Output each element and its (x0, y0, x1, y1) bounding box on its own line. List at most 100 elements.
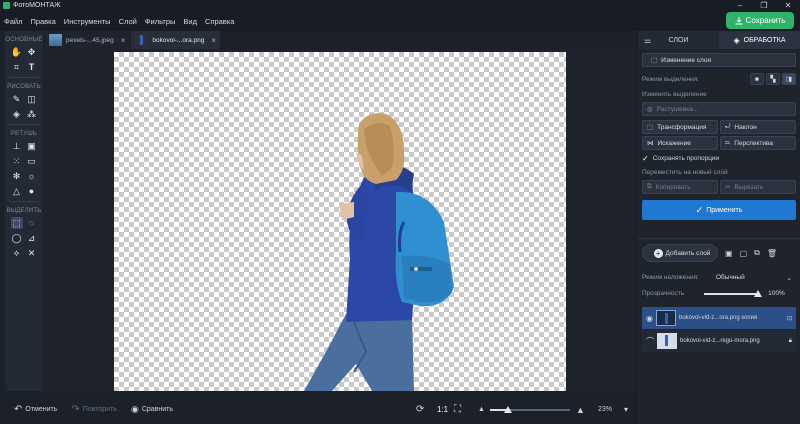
mode-new-icon[interactable]: ■ (750, 73, 764, 85)
layer-item-copy[interactable]: ◉ bokovoi-vid-z...ora.png копия ⊡ (642, 307, 796, 329)
layer-thumbnail (657, 333, 677, 349)
change-selection-label: Изменить выделение (642, 91, 707, 98)
perspective-button[interactable]: ⏢ Перспектива (720, 136, 796, 150)
compare-button[interactable]: ◉ Сравнить (131, 404, 173, 415)
cut-button[interactable]: ✂ Вырезать (720, 180, 796, 194)
opacity-slider[interactable] (704, 289, 763, 297)
mode-add-icon[interactable]: ▚ (766, 73, 780, 85)
tab-document-1[interactable]: pexels-...45.jpeg × (45, 31, 130, 49)
change-layer-button[interactable]: ⬚ Изменение слоя (642, 53, 796, 67)
menu-layer[interactable]: Слой (119, 17, 137, 26)
eye-hidden-icon[interactable]: ⌒ (646, 336, 654, 347)
title-bar: ФотоМОНТАЖ – ❐ ✕ (0, 0, 800, 11)
menu-tools[interactable]: Инструменты (64, 17, 111, 26)
zoom-dropdown-icon[interactable]: ▾ (624, 405, 628, 414)
stamp-icon[interactable]: ⊥ (11, 140, 23, 152)
tilt-button[interactable]: ⤾ Наклон (720, 120, 796, 134)
tab-document-2[interactable]: bokovoi-...ora.png × (131, 31, 221, 49)
zoom-out-icon[interactable]: ▲ (478, 406, 485, 413)
ratio-button[interactable]: 1:1 (437, 405, 448, 414)
lasso-icon[interactable]: ◯ (11, 232, 23, 244)
zoom-slider[interactable] (490, 406, 570, 413)
patch-icon[interactable]: ▣ (26, 140, 38, 152)
feather-button[interactable]: ◍ Растушевка... (642, 102, 796, 116)
close-window-icon[interactable]: ✕ (776, 0, 800, 11)
blend-mode-select[interactable]: Обычный ⌄ (712, 271, 796, 284)
text-icon[interactable]: T (26, 61, 38, 73)
folder-icon[interactable]: ▢ (740, 249, 748, 258)
right-panel: ⚌ СЛОИ ◈ ОБРАБОТКА ⬚ Изменение слоя Режи… (638, 31, 800, 424)
drop-icon[interactable]: ● (26, 185, 38, 197)
blend-mode-label: Режим наложения: (642, 274, 699, 281)
mountain-large-icon: ▲ (576, 404, 585, 415)
keep-proportions-checkbox[interactable]: ✓ Сохранять пропорции (642, 154, 796, 163)
layer-name: bokovoi-vid-z...regu-mora.png (680, 338, 760, 344)
sharpen-icon[interactable]: △ (11, 185, 23, 197)
menu-filters[interactable]: Фильтры (145, 17, 176, 26)
feather-icon: ◍ (647, 106, 653, 113)
image-canvas[interactable] (114, 52, 566, 391)
hand-icon[interactable]: ✋ (11, 46, 23, 58)
crop-icon[interactable]: ⌗ (11, 61, 23, 73)
zoom-in-icon[interactable]: ▲ (576, 405, 585, 415)
sliders-icon: ⚌ (644, 35, 652, 45)
redo-label: Повторить (82, 406, 117, 413)
move-icon[interactable]: ✥ (26, 46, 38, 58)
unlock-icon[interactable]: ⊡ (787, 315, 792, 322)
menu-help[interactable]: Справка (205, 17, 234, 26)
menu-file[interactable]: Файл (4, 17, 22, 26)
menu-view[interactable]: Вид (183, 17, 197, 26)
magic-wand-icon[interactable]: ✕ (26, 247, 38, 259)
rect-select-icon[interactable]: ⬚ (10, 217, 23, 229)
eraser-icon[interactable]: ◫ (26, 93, 38, 105)
layer-item-original[interactable]: ⌒ bokovoi-vid-z...regu-mora.png 🔒︎ (642, 330, 796, 352)
copy-button[interactable]: ⧉ Копировать (642, 180, 718, 194)
add-layer-label: Добавить слой (665, 249, 711, 257)
add-layer-button[interactable]: + Добавить слой (642, 244, 718, 262)
close-tab-icon[interactable]: × (211, 36, 216, 45)
transform-button[interactable]: ⬚ Трансформация (642, 120, 718, 134)
eye-icon[interactable]: ◉ (646, 314, 653, 323)
app-logo-icon (3, 2, 10, 9)
apply-button[interactable]: ✓ Применить (642, 200, 796, 220)
brush-icon[interactable]: ✎ (11, 93, 23, 105)
fill-bucket-icon[interactable]: ◈ (11, 108, 23, 120)
opacity-slider-thumb[interactable] (754, 289, 763, 297)
ellipse-select-icon[interactable]: ◌ (26, 217, 38, 229)
tab-layers[interactable]: ⚌ СЛОИ (638, 31, 719, 49)
opacity-slider-fill (704, 292, 759, 295)
tab-layers-label: СЛОИ (668, 36, 689, 44)
ratio-label: 1:1 (437, 405, 449, 414)
poly-lasso-icon[interactable]: ⊿ (26, 232, 38, 244)
distortion-button[interactable]: ⋈ Искажение (642, 136, 718, 150)
fit-screen-button[interactable]: ⛶ (454, 404, 461, 415)
frame-icon[interactable]: ▭ (26, 155, 38, 167)
shapes-icon[interactable]: ⁂ (26, 108, 38, 120)
menu-edit[interactable]: Правка (30, 17, 55, 26)
minimize-icon[interactable]: – (728, 0, 752, 11)
checkmark-icon: ✓ (642, 154, 649, 163)
tab-processing-label: ОБРАБОТКА (743, 36, 786, 44)
lock-icon[interactable]: 🔒︎ (789, 338, 792, 345)
duplicate-icon[interactable]: ⧉ (754, 248, 760, 258)
image-layer-icon[interactable]: ▣ (725, 249, 733, 258)
trash-icon[interactable]: 🗑 (767, 249, 777, 258)
zoom-slider-thumb[interactable] (504, 406, 513, 413)
mode-subtract-icon[interactable]: ◨ (782, 73, 796, 85)
thumbnail-image (135, 34, 149, 46)
maximize-icon[interactable]: ❐ (752, 0, 776, 11)
sponge-icon[interactable]: ✻ (11, 170, 23, 182)
transform-label: Трансформация (657, 123, 707, 131)
magic-lasso-icon[interactable]: ⟡ (11, 247, 23, 259)
close-tab-icon[interactable]: × (121, 36, 126, 45)
undo-button[interactable]: ↶ Отменить (14, 404, 57, 415)
save-button[interactable]: Сохранить (726, 12, 794, 29)
blur-icon[interactable]: ⁙ (11, 155, 23, 167)
rotate-fit-button[interactable]: ⟳ (416, 404, 424, 415)
redo-button[interactable]: ↷ Повторить (71, 404, 117, 415)
selection-icon: ⬚ (651, 57, 658, 64)
fit-rotate-icon: ⟳ (416, 404, 425, 415)
brightness-icon[interactable]: ☼ (26, 170, 38, 182)
tab-processing[interactable]: ◈ ОБРАБОТКА (719, 31, 800, 49)
undo-label: Отменить (25, 406, 58, 413)
